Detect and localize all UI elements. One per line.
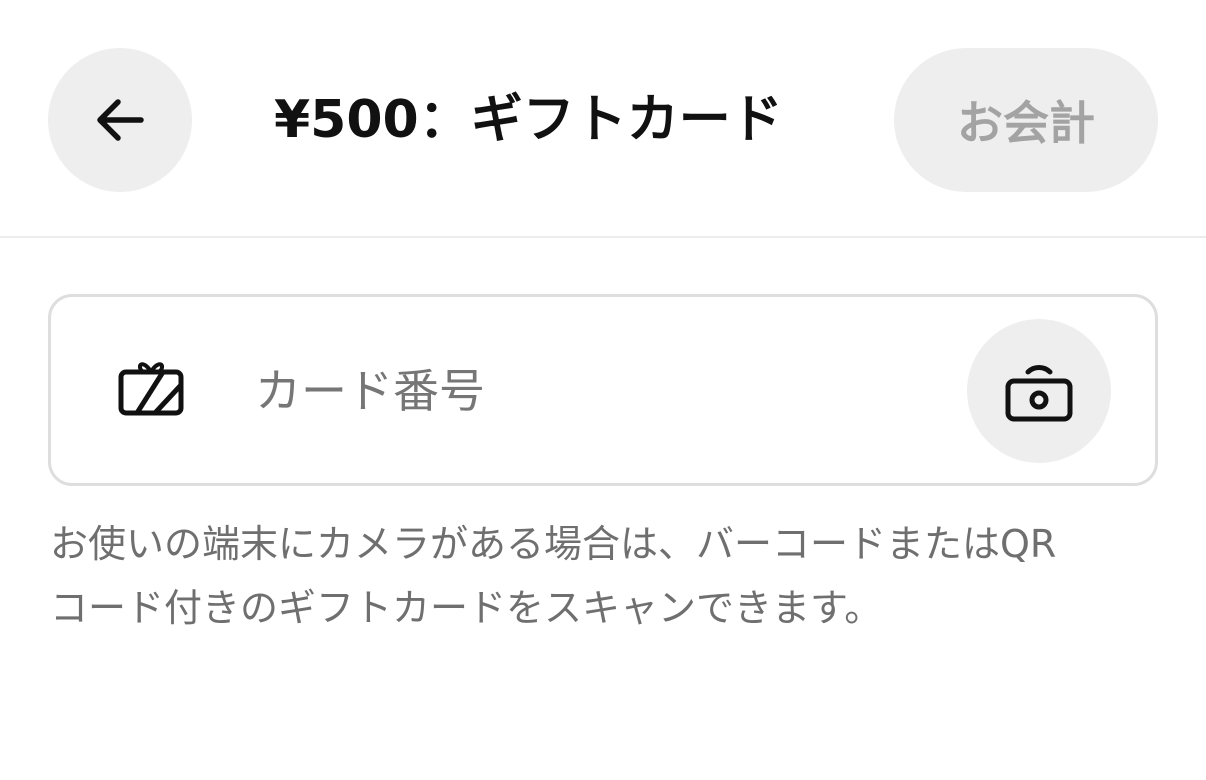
page-title: ¥500：ギフトカード <box>274 90 783 150</box>
card-number-field[interactable] <box>48 294 1158 486</box>
help-text: お使いの端末にカメラがある場合は、バーコードまたはQR コード付きのギフトカード… <box>50 522 1057 630</box>
camera-scan-icon <box>1005 365 1073 422</box>
gift-card-screen: ¥500：ギフトカード お会計 カード番号 お使いの端末にカメラがある場合は、バ… <box>0 0 1206 780</box>
arrow-left-icon <box>97 99 144 141</box>
header: ¥500：ギフトカード お会計 <box>0 0 1206 238</box>
back-button[interactable] <box>48 48 192 192</box>
card-number-input[interactable] <box>255 343 935 439</box>
checkout-button[interactable]: お会計 <box>894 48 1158 192</box>
gift-card-icon <box>117 355 187 425</box>
scan-button[interactable] <box>967 319 1111 463</box>
